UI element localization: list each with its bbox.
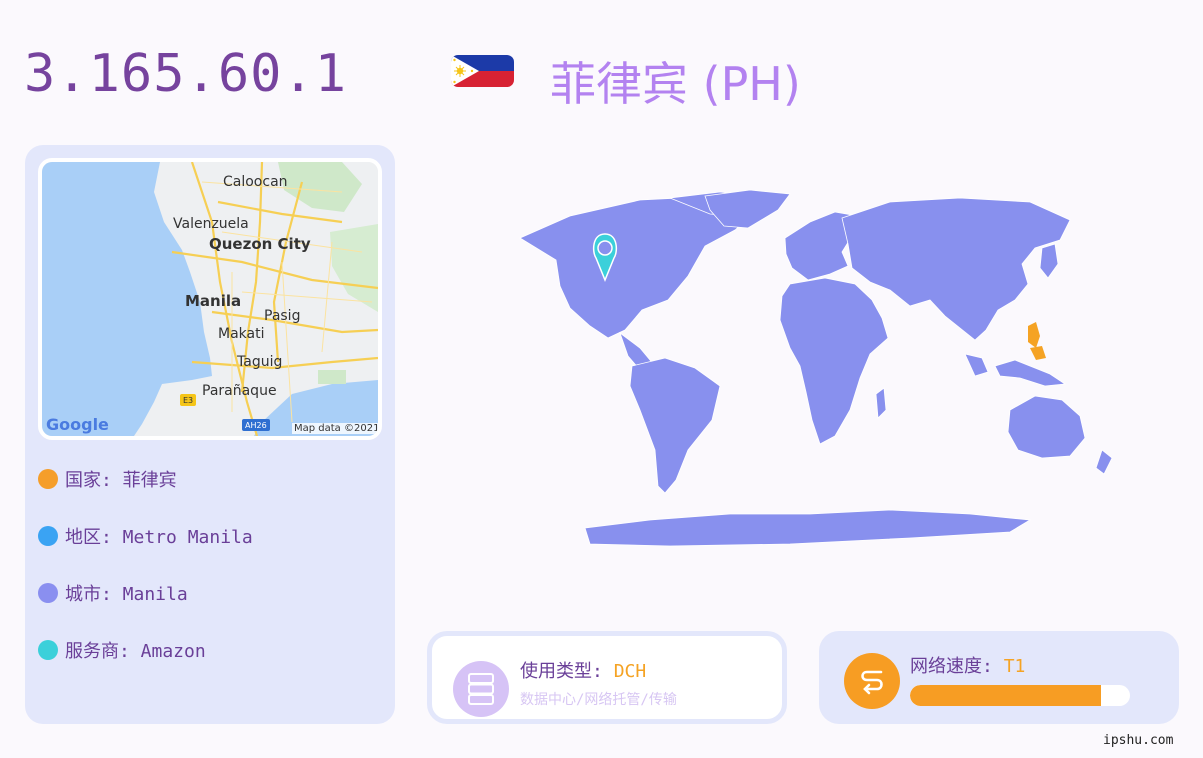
world-map bbox=[490, 188, 1150, 558]
usage-type-description: 数据中心/网络托管/传输 bbox=[520, 692, 677, 708]
map-label-makati: Makati bbox=[218, 326, 265, 342]
philippines-flag-icon bbox=[451, 55, 514, 87]
speed-progress-fill bbox=[910, 685, 1102, 706]
info-list: 国家: 菲律宾 地区: Metro Manila 城市: Manila 服务商:… bbox=[38, 467, 253, 695]
philippines-highlight bbox=[1028, 322, 1046, 360]
usage-type-label: 使用类型: DCH bbox=[520, 657, 646, 683]
location-map[interactable]: E3 AH26 Caloocan Valenzuela Quezon City … bbox=[38, 158, 382, 440]
map-label-valenzuela: Valenzuela bbox=[173, 216, 249, 232]
info-city: 城市: Manila bbox=[38, 581, 253, 605]
map-label-quezon-city: Quezon City bbox=[209, 235, 311, 253]
info-region: 地区: Metro Manila bbox=[38, 524, 253, 548]
teal-dot-icon bbox=[38, 639, 58, 660]
google-logo: Google bbox=[46, 415, 109, 434]
purple-dot-icon bbox=[38, 582, 58, 603]
speed-progress-bar bbox=[910, 685, 1130, 706]
info-country: 国家: 菲律宾 bbox=[38, 467, 253, 491]
info-region-label: 地区: Metro Manila bbox=[65, 526, 253, 548]
map-label-caloocan: Caloocan bbox=[223, 174, 288, 190]
info-country-label: 国家: 菲律宾 bbox=[65, 469, 177, 491]
map-label-taguig: Taguig bbox=[237, 354, 283, 370]
network-speed-card: 网络速度: T1 bbox=[819, 631, 1179, 724]
network-speed-label: 网络速度: T1 bbox=[910, 652, 1025, 678]
orange-dot-icon bbox=[38, 468, 58, 489]
server-icon bbox=[453, 661, 509, 717]
network-speed-label-text: 网络速度: bbox=[910, 656, 1004, 677]
map-label-paranaque: Parañaque bbox=[202, 383, 277, 399]
usage-type-card: 使用类型: DCH 数据中心/网络托管/传输 bbox=[427, 631, 787, 724]
map-label-manila: Manila bbox=[185, 292, 242, 310]
blue-dot-icon bbox=[38, 525, 58, 546]
map-attribution: Map data ©2021 bbox=[292, 423, 380, 434]
info-provider-label: 服务商: Amazon bbox=[65, 640, 206, 662]
ip-address: 3.165.60.1 bbox=[24, 44, 348, 104]
road-badge-ah26: AH26 bbox=[245, 421, 267, 430]
site-watermark: ipshu.com bbox=[1103, 733, 1174, 748]
usage-type-label-text: 使用类型: bbox=[520, 661, 614, 682]
info-city-label: 城市: Manila bbox=[65, 583, 188, 605]
road-badge-e3: E3 bbox=[183, 396, 193, 405]
info-provider: 服务商: Amazon bbox=[38, 638, 253, 662]
network-speed-value: T1 bbox=[1003, 656, 1026, 677]
map-label-pasig: Pasig bbox=[264, 308, 301, 324]
usage-type-value: DCH bbox=[613, 661, 647, 682]
location-card: E3 AH26 Caloocan Valenzuela Quezon City … bbox=[25, 145, 395, 724]
country-title: 菲律宾 (PH) bbox=[550, 57, 801, 111]
speed-icon bbox=[844, 653, 900, 709]
